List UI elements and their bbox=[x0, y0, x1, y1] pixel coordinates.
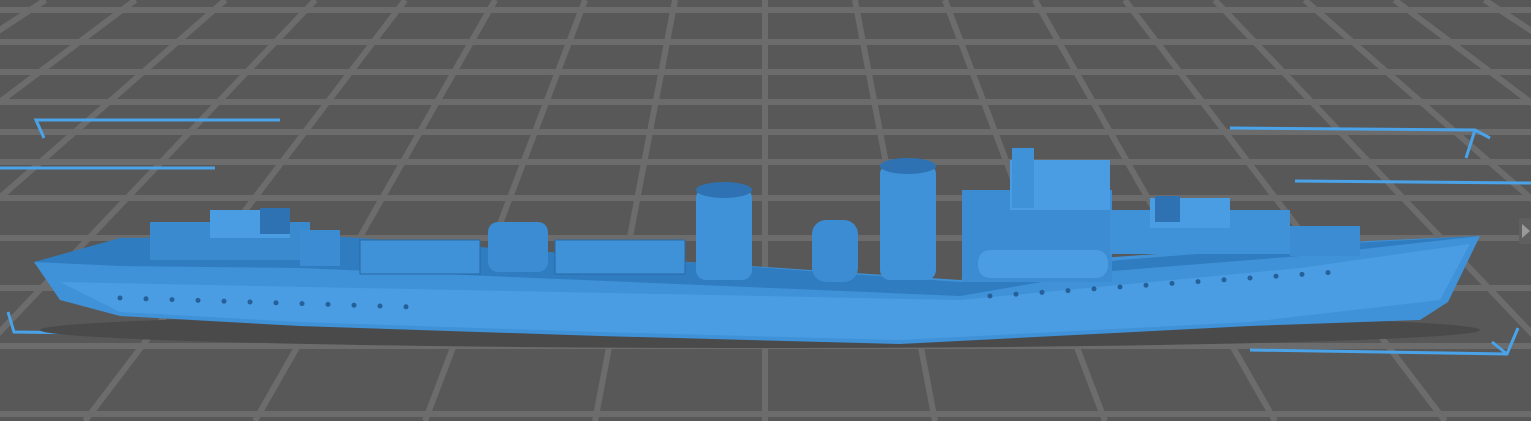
funnel-2 bbox=[880, 164, 936, 280]
funnel-2-top bbox=[880, 158, 936, 174]
porthole bbox=[169, 297, 175, 303]
porthole bbox=[987, 293, 993, 299]
porthole bbox=[325, 301, 331, 307]
grid-line-vertical bbox=[0, 0, 48, 34]
porthole bbox=[403, 304, 409, 310]
grid-line-vertical bbox=[1482, 0, 1531, 35]
deckhouse-1 bbox=[300, 230, 340, 266]
mount-1 bbox=[488, 222, 548, 272]
porthole bbox=[273, 300, 279, 306]
torpedo-tubes-1 bbox=[359, 239, 481, 275]
triangle-right-icon bbox=[1522, 224, 1530, 238]
porthole bbox=[1013, 291, 1019, 297]
aft-gun-c bbox=[1290, 226, 1360, 256]
porthole bbox=[351, 302, 357, 308]
porthole bbox=[1039, 289, 1045, 295]
porthole bbox=[1299, 271, 1305, 277]
porthole bbox=[299, 301, 305, 307]
grid-line-vertical bbox=[252, 0, 498, 421]
porthole bbox=[1065, 288, 1071, 294]
expand-panel-button[interactable] bbox=[1519, 218, 1531, 244]
porthole bbox=[1117, 284, 1123, 290]
porthole bbox=[1143, 282, 1149, 288]
porthole bbox=[117, 295, 123, 301]
porthole bbox=[1195, 279, 1201, 285]
funnel-1 bbox=[696, 188, 752, 280]
torpedo-tubes-2 bbox=[554, 239, 686, 275]
3d-viewport[interactable] bbox=[0, 0, 1531, 421]
gun-box bbox=[260, 208, 290, 234]
porthole bbox=[1247, 275, 1253, 281]
mast bbox=[1012, 148, 1034, 208]
gun-box-b bbox=[1155, 196, 1180, 222]
porthole bbox=[247, 299, 253, 305]
funnel-1-top bbox=[696, 182, 752, 198]
boat bbox=[978, 250, 1108, 278]
searchlight-platform bbox=[812, 220, 858, 282]
porthole bbox=[143, 296, 149, 302]
porthole bbox=[1221, 277, 1227, 283]
porthole bbox=[1273, 273, 1279, 279]
grid-line-vertical bbox=[422, 0, 588, 421]
porthole bbox=[1325, 270, 1331, 276]
grid-line-vertical bbox=[592, 0, 679, 421]
porthole bbox=[1169, 280, 1175, 286]
porthole bbox=[377, 303, 383, 309]
porthole bbox=[1091, 286, 1097, 292]
marker-right bbox=[1294, 179, 1531, 185]
viewport-canvas[interactable] bbox=[0, 0, 1531, 421]
porthole bbox=[221, 298, 227, 304]
porthole bbox=[195, 297, 201, 303]
